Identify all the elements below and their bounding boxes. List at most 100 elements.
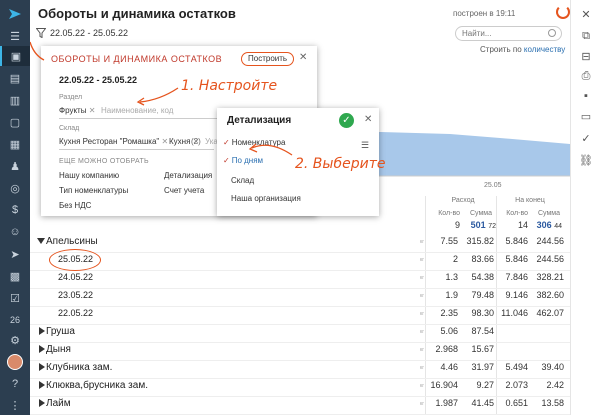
expand-icon[interactable] xyxy=(39,381,45,389)
filter-option-no-vat[interactable]: Без НДС xyxy=(59,201,91,210)
expense-qty: 1.3 xyxy=(445,272,458,282)
finance-icon[interactable]: $ xyxy=(0,200,30,220)
end-qty: 7.846 xyxy=(505,272,528,282)
collapse-icon[interactable] xyxy=(37,238,45,244)
expense-sum: 9.27 xyxy=(476,380,494,390)
filter-option-type[interactable]: Тип номенклатуры xyxy=(59,186,128,195)
annotation-step-2: 2. Выберите xyxy=(295,156,386,172)
row-name: 22.05.22 xyxy=(58,308,94,318)
row-name: Лайм xyxy=(46,398,71,409)
target-icon[interactable]: ◎ xyxy=(0,178,30,198)
expand-icon[interactable] xyxy=(39,399,45,407)
help-icon[interactable]: ? xyxy=(0,374,30,394)
expense-sum: 83.66 xyxy=(471,254,494,264)
col-sum-end: Сумма xyxy=(538,210,560,217)
annotation-step-1: 1. Настройте xyxy=(181,78,278,94)
page-title: Обороты и динамика остатков xyxy=(38,6,236,21)
expense-qty: 1.987 xyxy=(435,398,458,408)
tasks-icon[interactable]: ☑ xyxy=(0,288,30,308)
wallet-icon[interactable]: ▥ xyxy=(0,90,30,110)
col-sum-expense: Сумма xyxy=(470,210,492,217)
left-sidebar: ☰ ▣ ▤ ▥ ▢ ▦ ♟ ◎ $ ☺ ➤ ▩ ☑ 26 ⚙ ? ⋮ xyxy=(0,0,30,415)
warehouse-icon[interactable]: ▣ xyxy=(0,46,30,66)
end-qty: 11.046 xyxy=(501,308,528,318)
expense-qty: 16.904 xyxy=(430,380,458,390)
filter-option-account[interactable]: Счет учета xyxy=(164,186,204,195)
end-qty: 5.846 xyxy=(505,254,528,264)
expense-qty: 2.35 xyxy=(440,308,458,318)
people-icon[interactable]: ♟ xyxy=(0,156,30,176)
expense-sum: 98.30 xyxy=(471,308,494,318)
more-icon[interactable]: ⋮ xyxy=(0,395,30,415)
expand-icon[interactable] xyxy=(39,327,45,335)
notifications-badge: 26 xyxy=(9,315,20,325)
total-sum-expense: 501 72 xyxy=(470,220,496,230)
expense-qty: 1.9 xyxy=(445,290,458,300)
col-group-end: На конец xyxy=(515,197,545,204)
row-name: 23.05.22 xyxy=(58,290,94,300)
send-icon[interactable]: ➤ xyxy=(0,244,30,264)
close-icon[interactable]: ✕ xyxy=(571,4,600,24)
expense-sum: 41.45 xyxy=(471,398,494,408)
expense-qty: 2.968 xyxy=(435,344,458,354)
expand-icon[interactable] xyxy=(39,363,45,371)
expense-sum: 54.38 xyxy=(471,272,494,282)
expense-sum: 87.54 xyxy=(471,326,494,336)
contacts-icon[interactable]: ☺ xyxy=(0,222,30,242)
detail-option-organization[interactable]: Наша организация xyxy=(231,194,301,203)
settings-icon[interactable]: ⚙ xyxy=(0,330,30,350)
notifications-count[interactable]: 26 xyxy=(0,310,30,330)
end-sum: 244.56 xyxy=(536,236,564,246)
chart-icon[interactable]: ▦ xyxy=(0,134,30,154)
expense-sum: 315.82 xyxy=(466,236,494,246)
col-qty-end: Кол-во xyxy=(506,210,528,217)
expense-qty: 2 xyxy=(452,254,458,264)
end-sum: 2.42 xyxy=(546,380,564,390)
end-qty: 9.146 xyxy=(505,290,528,300)
row-name: Груша xyxy=(46,326,75,337)
arrow-0 xyxy=(30,41,45,61)
end-sum: 328.21 xyxy=(536,272,564,282)
filter-option-detail[interactable]: Детализация xyxy=(164,171,212,180)
row-name: Апельсины xyxy=(46,236,98,247)
end-sum: 13.58 xyxy=(541,398,564,408)
end-sum: 382.60 xyxy=(536,290,564,300)
expand-icon[interactable] xyxy=(39,345,45,353)
built-time: построен в 19:11 xyxy=(453,9,516,18)
total-sum-end: 306 44 xyxy=(536,220,562,230)
row-name: Клубника зам. xyxy=(46,362,113,373)
document-icon[interactable]: ▢ xyxy=(0,112,30,132)
end-qty: 5.494 xyxy=(505,362,528,372)
table-row[interactable]: Лайм кг 1.987 41.45 0.651 13.58 xyxy=(30,393,570,415)
avatar[interactable] xyxy=(0,352,30,372)
total-qty-end: 14 xyxy=(517,220,528,230)
row-name: 24.05.22 xyxy=(58,272,94,282)
chart-x-label: 25.05 xyxy=(484,182,502,189)
arrow-1 xyxy=(139,87,179,103)
detail-option-warehouse[interactable]: Склад xyxy=(231,176,254,185)
calendar-icon[interactable]: ▩ xyxy=(0,266,30,286)
expense-qty: 4.46 xyxy=(440,362,458,372)
row-name: Дыня xyxy=(46,344,71,355)
refresh-icon[interactable] xyxy=(556,5,570,19)
total-qty-expense: 9 xyxy=(454,220,460,230)
end-sum: 244.56 xyxy=(536,254,564,264)
filter-option-company[interactable]: Нашу компанию xyxy=(59,171,119,180)
annotation-arrows xyxy=(30,41,293,156)
expense-sum: 31.97 xyxy=(471,362,494,372)
menu-icon[interactable]: ☰ xyxy=(0,26,30,46)
expense-sum: 79.48 xyxy=(471,290,494,300)
expense-qty: 5.06 xyxy=(440,326,458,336)
expense-qty: 7.55 xyxy=(440,236,458,246)
expense-sum: 15.67 xyxy=(471,344,494,354)
end-sum: 39.40 xyxy=(541,362,564,372)
cart-icon[interactable]: ▤ xyxy=(0,68,30,88)
col-qty-expense: Кол-во xyxy=(438,210,460,217)
end-qty: 5.846 xyxy=(505,236,528,246)
highlight-circle xyxy=(49,249,101,271)
end-qty: 2.073 xyxy=(505,380,528,390)
arrow-2 xyxy=(251,144,293,156)
logo-icon[interactable] xyxy=(0,4,30,24)
end-sum: 462.07 xyxy=(536,308,564,318)
end-qty: 0.651 xyxy=(505,398,528,408)
